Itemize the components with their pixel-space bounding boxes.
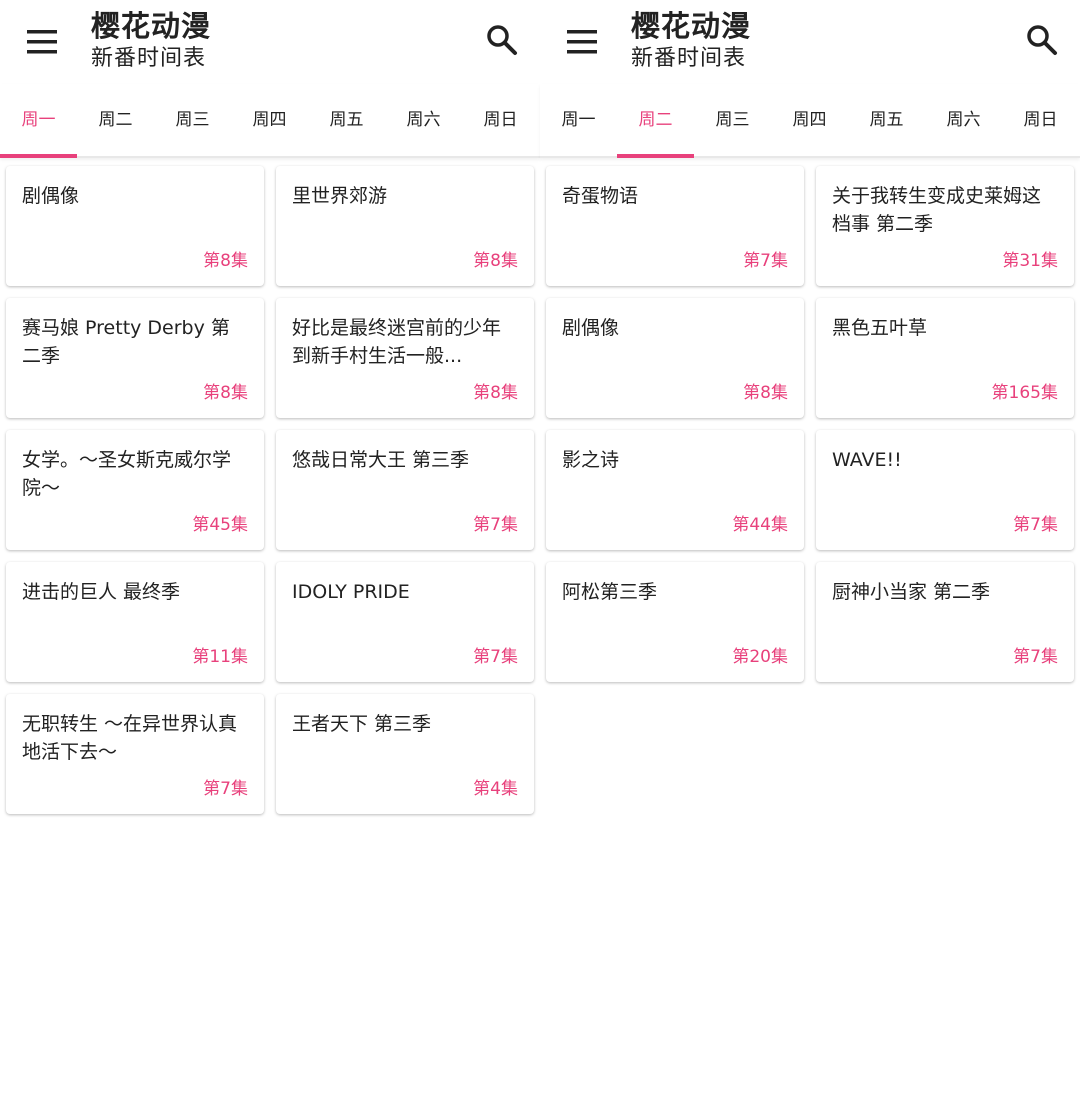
- anime-card[interactable]: WAVE!! 第7集: [816, 430, 1074, 550]
- episode-label: 第44集: [732, 515, 788, 535]
- tab-saturday[interactable]: 周六: [385, 84, 462, 156]
- schedule-panel-monday: 樱花动漫 新番时间表 周一 周二 周三 周四 周五 周六 周日 剧偶像第8集 里…: [0, 0, 540, 1094]
- anime-title: 黑色五叶草: [832, 317, 928, 339]
- anime-card[interactable]: 影之诗第44集: [546, 430, 804, 550]
- app-bar: 樱花动漫 新番时间表: [0, 0, 540, 84]
- episode-label: 第11集: [192, 647, 248, 667]
- episode-label: 第7集: [473, 515, 518, 535]
- app-bar: 樱花动漫 新番时间表: [540, 0, 1080, 84]
- anime-title: 关于我转生变成史莱姆这档事 第二季: [832, 185, 1042, 235]
- anime-title: 奇蛋物语: [562, 185, 639, 207]
- anime-title: IDOLY PRIDE: [292, 581, 410, 603]
- search-icon: [487, 25, 517, 55]
- episode-label: 第165集: [991, 383, 1058, 403]
- app-title: 樱花动漫: [91, 9, 212, 43]
- anime-card[interactable]: 里世界郊游第8集: [276, 166, 534, 286]
- tab-tuesday[interactable]: 周二: [617, 84, 694, 158]
- anime-card[interactable]: 进击的巨人 最终季第11集: [6, 562, 264, 682]
- anime-title: 影之诗: [562, 449, 620, 471]
- anime-title: 赛马娘 Pretty Derby 第二季: [22, 317, 230, 367]
- anime-card[interactable]: 好比是最终迷宫前的少年到新手村生活一般... 第8集: [276, 298, 534, 418]
- episode-label: 第8集: [203, 251, 248, 271]
- episode-label: 第4集: [473, 779, 518, 799]
- tab-tuesday[interactable]: 周二: [77, 84, 154, 156]
- schedule-panel-tuesday: 樱花动漫 新番时间表 周一 周二 周三 周四 周五 周六 周日 奇蛋物语第7集 …: [540, 0, 1080, 1094]
- episode-label: 第7集: [743, 251, 788, 271]
- anime-title: 剧偶像: [22, 185, 80, 207]
- app-subtitle: 新番时间表: [91, 46, 207, 71]
- anime-title: 女学。～圣女斯克威尔学院～: [22, 449, 232, 499]
- tab-monday[interactable]: 周一: [540, 84, 617, 156]
- tab-sunday[interactable]: 周日: [462, 84, 539, 156]
- search-button[interactable]: [484, 22, 520, 58]
- app-title: 樱花动漫: [631, 9, 752, 43]
- episode-label: 第7集: [1013, 647, 1058, 667]
- anime-card[interactable]: 女学。～圣女斯克威尔学院～ 第45集: [6, 430, 264, 550]
- app-subtitle: 新番时间表: [631, 46, 747, 71]
- anime-card[interactable]: 阿松第三季第20集: [546, 562, 804, 682]
- episode-label: 第8集: [473, 251, 518, 271]
- weekday-tabs: 周一 周二 周三 周四 周五 周六 周日: [0, 84, 540, 158]
- anime-grid: 剧偶像 第8集 里世界郊游 第8集 赛马娘 Pretty Derby 第二季 第8集 …: [6, 166, 534, 814]
- episode-label: 第31集: [1002, 251, 1058, 271]
- menu-icon: [27, 30, 57, 54]
- episode-label: 第8集: [473, 383, 518, 403]
- tab-friday[interactable]: 周五: [308, 84, 385, 156]
- tab-wednesday[interactable]: 周三: [154, 84, 231, 156]
- anime-title: 王者天下 第三季: [292, 713, 432, 735]
- anime-title: 进击的巨人 最终季: [22, 581, 181, 603]
- anime-title: 里世界郊游: [292, 185, 388, 207]
- search-icon: [1027, 25, 1057, 55]
- anime-title: 阿松第三季: [562, 581, 658, 603]
- anime-card[interactable]: 王者天下 第三季第4集: [276, 694, 534, 814]
- weekday-tabs: 周一 周二 周三 周四 周五 周六 周日: [540, 84, 1080, 158]
- tab-wednesday[interactable]: 周三: [694, 84, 771, 156]
- anime-card[interactable]: IDOLY PRIDE 第7集: [276, 562, 534, 682]
- episode-label: 第20集: [732, 647, 788, 667]
- anime-title: WAVE!!: [832, 449, 902, 471]
- anime-grid: 奇蛋物语第7集 关于我转生变成史莱姆这档事 第二季第31集 剧偶像第8集 黑色五…: [546, 166, 1074, 682]
- tab-monday[interactable]: 周一: [0, 84, 77, 158]
- anime-title: 好比是最终迷宫前的少年到新手村生活一般...: [292, 317, 502, 367]
- episode-label: 第7集: [1013, 515, 1058, 535]
- tab-friday[interactable]: 周五: [848, 84, 925, 156]
- tab-thursday[interactable]: 周四: [231, 84, 308, 156]
- tab-sunday[interactable]: 周日: [1002, 84, 1079, 156]
- episode-label: 第45集: [192, 515, 248, 535]
- anime-card[interactable]: 剧偶像第8集: [6, 166, 264, 286]
- tab-thursday[interactable]: 周四: [771, 84, 848, 156]
- anime-title: 剧偶像: [562, 317, 620, 339]
- episode-label: 第8集: [203, 383, 248, 403]
- episode-label: 第8集: [743, 383, 788, 403]
- anime-card[interactable]: 无职转生 ～在异世界认真地活下去～ 第7集: [6, 694, 264, 814]
- anime-title: 无职转生 ～在异世界认真地活下去～: [22, 713, 238, 763]
- screen: 樱花动漫 新番时间表 周一 周二 周三 周四 周五 周六 周日 剧偶像 第8集 里…: [0, 0, 1080, 1094]
- anime-card[interactable]: 厨神小当家 第二季第7集: [816, 562, 1074, 682]
- episode-label: 第7集: [203, 779, 248, 799]
- episode-label: 第7集: [473, 647, 518, 667]
- anime-card[interactable]: 关于我转生变成史莱姆这档事 第二季第31集: [816, 166, 1074, 286]
- anime-title: 悠哉日常大王 第三季: [292, 449, 470, 471]
- menu-button[interactable]: [564, 24, 600, 60]
- menu-button[interactable]: [24, 24, 60, 60]
- anime-card[interactable]: 黑色五叶草第165集: [816, 298, 1074, 418]
- anime-card[interactable]: 悠哉日常大王 第三季第7集: [276, 430, 534, 550]
- anime-card[interactable]: 剧偶像第8集: [546, 298, 804, 418]
- tab-saturday[interactable]: 周六: [925, 84, 1002, 156]
- anime-card[interactable]: 赛马娘 Pretty Derby 第二季第8集: [6, 298, 264, 418]
- menu-icon: [567, 30, 597, 54]
- anime-card[interactable]: 奇蛋物语第7集: [546, 166, 804, 286]
- search-button[interactable]: [1024, 22, 1060, 58]
- anime-title: 厨神小当家 第二季: [832, 581, 991, 603]
